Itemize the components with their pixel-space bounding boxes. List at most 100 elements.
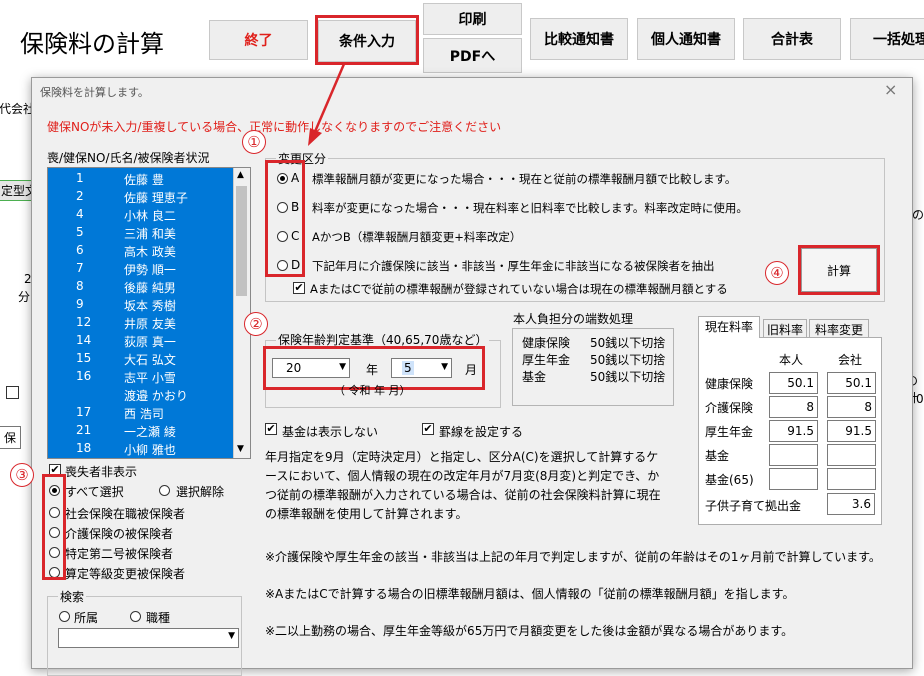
list-item[interactable]: 6 高木 政美: [48, 242, 228, 260]
condition-highlight-box: [315, 15, 419, 65]
change-option-text: 標準報酬月額が変更になった場合・・・現在と従前の標準報酬月額で比較します。: [312, 172, 737, 186]
bg-company-fragment: 代会社: [0, 102, 36, 116]
deselect-radio[interactable]: [159, 485, 170, 496]
employee-name: 一之瀬 綾: [124, 425, 176, 439]
list-item[interactable]: 7 伊勢 順一: [48, 260, 228, 278]
rate-header-person: 本人: [779, 353, 804, 367]
year-dropdown[interactable]: 20 ▼: [272, 358, 350, 378]
search-job-label: 職種: [146, 611, 171, 625]
rounding-label: 基金: [522, 370, 547, 384]
personal-notice-button[interactable]: 個人通知書: [637, 18, 735, 60]
note-2: ※AまたはCで計算する場合の旧標準報酬月額は、個人情報の「従前の標準報酬月額」を…: [265, 587, 795, 601]
list-item[interactable]: 14 荻原 真一: [48, 332, 228, 350]
scroll-up-icon[interactable]: ▲: [237, 170, 244, 180]
search-dropdown[interactable]: ▼: [58, 628, 239, 648]
rate-person-field[interactable]: 91.5: [769, 420, 818, 442]
child-field[interactable]: 3.6: [827, 493, 875, 515]
rate-company-field[interactable]: [827, 444, 876, 466]
scroll-down-icon[interactable]: ▼: [237, 444, 244, 454]
rounding-label: 健康保険: [522, 336, 571, 350]
total-table-button[interactable]: 合計表: [743, 18, 841, 60]
employee-name: 渡邉 かおり: [124, 389, 188, 403]
hide-lost-label: 喪失者非表示: [65, 465, 138, 479]
list-item[interactable]: 8 後藤 純男: [48, 278, 228, 296]
rate-tab[interactable]: 旧料率: [763, 319, 807, 339]
month-value: 5: [402, 361, 414, 375]
list-item[interactable]: 9 坂本 秀樹: [48, 296, 228, 314]
scroll-thumb[interactable]: [236, 186, 247, 296]
bg-0-fragment: 0: [916, 392, 924, 406]
list-scrollbar[interactable]: ▲ ▼: [233, 168, 250, 458]
employee-no: 14: [76, 333, 92, 347]
annotation-1: ①: [242, 130, 266, 154]
search-legend: 検索: [58, 588, 87, 605]
calc-dialog: 保険料を計算します。 × 健保NOが未入力/重複している場合、正常に動作しなくな…: [31, 77, 913, 676]
list-item[interactable]: 21 一之瀬 綾: [48, 422, 228, 440]
rate-label: 介護保険: [705, 401, 754, 415]
list-item[interactable]: 2 佐藤 理恵子: [48, 188, 228, 206]
annotation-3: ③: [10, 463, 34, 487]
era-hint: （ 令和 年 月）: [334, 384, 411, 397]
rounding-value: 50銭以下切捨: [590, 370, 666, 384]
rate-person-field[interactable]: [769, 468, 818, 490]
chevron-down-icon: ▼: [228, 631, 235, 641]
print-button[interactable]: 印刷: [423, 3, 522, 35]
rate-label: 健康保険: [705, 377, 754, 391]
employee-name: 荻原 真一: [124, 335, 176, 349]
employee-name: 後藤 純男: [124, 281, 176, 295]
list-item[interactable]: 1 佐藤 豊: [48, 170, 228, 188]
list-item[interactable]: 5 三浦 和美: [48, 224, 228, 242]
compare-notice-button[interactable]: 比較通知書: [530, 18, 628, 60]
employee-no: 7: [76, 261, 84, 275]
list-item[interactable]: 16 志平 小雪: [48, 368, 228, 386]
month-dropdown[interactable]: 5 ▼: [391, 358, 452, 378]
close-icon[interactable]: ×: [884, 80, 897, 99]
list-item[interactable]: 12 井原 友美: [48, 314, 228, 332]
rate-tab[interactable]: 料率変更: [809, 319, 869, 339]
annotation-2: ②: [244, 312, 268, 336]
list-item[interactable]: 渡邉 かおり: [48, 386, 228, 404]
employee-no: 15: [76, 351, 92, 365]
pdf-button[interactable]: PDFへ: [423, 38, 522, 73]
search-dept-label: 所属: [74, 611, 99, 625]
ac-label: AまたはCで従前の標準報酬が登録されていない場合は現在の標準報酬月額とする: [310, 282, 728, 296]
year-value: 20: [286, 361, 302, 375]
ruled-lines-checkbox[interactable]: ✔: [422, 423, 434, 435]
rounding-value: 50銭以下切捨: [590, 336, 666, 350]
rate-person-field[interactable]: [769, 444, 818, 466]
search-dept-radio[interactable]: [59, 611, 70, 622]
bg-checkbox-fragment[interactable]: [6, 386, 19, 399]
page-title: 保険料の計算: [20, 30, 164, 58]
rate-company-field[interactable]: 50.1: [827, 372, 876, 394]
employee-no: 6: [76, 243, 84, 257]
rate-person-field[interactable]: 50.1: [769, 372, 818, 394]
dialog-title: 保険料を計算します。: [40, 86, 149, 99]
rate-tab[interactable]: 現在料率: [698, 316, 760, 338]
list-item[interactable]: 15 大石 弘文: [48, 350, 228, 368]
list-item[interactable]: 18 小柳 雅也: [48, 440, 228, 458]
rate-person-field[interactable]: 8: [769, 396, 818, 418]
end-button[interactable]: 終了: [209, 20, 308, 60]
list-header: 喪/健保NO/氏名/被保険者状況: [47, 151, 210, 165]
list-item[interactable]: 4 小林 良二: [48, 206, 228, 224]
deselect-label: 選択解除: [176, 485, 225, 499]
year-unit: 年: [366, 363, 379, 377]
rate-company-field[interactable]: [827, 468, 876, 490]
batch-button[interactable]: 一括処理: [850, 18, 924, 60]
employee-name: 坂本 秀樹: [124, 299, 176, 313]
ac-checkbox[interactable]: ✔: [293, 282, 305, 294]
list-item[interactable]: 17 西 浩司: [48, 404, 228, 422]
employee-no: 9: [76, 297, 84, 311]
search-job-radio[interactable]: [130, 611, 141, 622]
show-fund-checkbox[interactable]: ✔: [265, 423, 277, 435]
change-option-text: 料率が変更になった場合・・・現在料率と旧料率で比較します。料率改定時に使用。: [312, 201, 748, 215]
annotation-arrow: [308, 63, 346, 146]
calc-highlight-box: [798, 245, 880, 295]
filter-label: 算定等級変更被保険者: [65, 567, 186, 581]
employee-list[interactable]: 1 佐藤 豊 2 佐藤 理恵子 4 小林 良二 5 三浦 和美 6 高木 政美 7 伊勢 順一 8 後藤 …: [47, 167, 251, 459]
rate-company-field[interactable]: 8: [827, 396, 876, 418]
change-option-text: AかつB（標準報酬月額変更+料率改定）: [312, 230, 522, 244]
month-unit: 月: [465, 363, 478, 377]
rate-company-field[interactable]: 91.5: [827, 420, 876, 442]
filter-label: 介護保険の被保険者: [65, 527, 174, 541]
